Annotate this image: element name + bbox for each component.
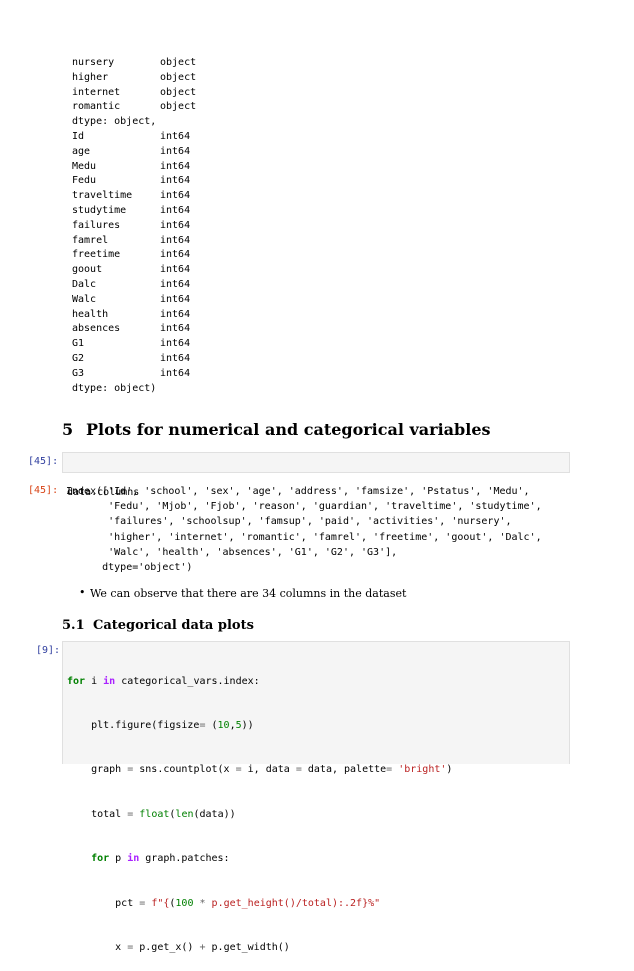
output-line: dtype='object') <box>66 561 193 573</box>
code-cell-45[interactable]: data.columns <box>62 452 570 498</box>
column-dtype: int64 <box>160 160 191 172</box>
dtype-row: age int64 <box>72 145 196 160</box>
column-name: Dalc <box>72 278 97 290</box>
dtype-row: Id int64 <box>72 130 196 145</box>
cell-output-45: Index(['Id', 'school', 'sex', 'age', 'ad… <box>66 485 542 576</box>
dtype-row: G3 int64 <box>72 367 196 382</box>
output-prompt-45: [45]: <box>28 485 59 496</box>
column-name: studytime <box>72 204 127 216</box>
bullet-item: • We can observe that there are 34 colum… <box>79 586 407 600</box>
code-line: plt.figure(figsize= (10,5)) <box>67 719 254 731</box>
column-dtype: int64 <box>160 352 191 364</box>
output-line: 'Fedu', 'Mjob', 'Fjob', 'reason', 'guard… <box>66 501 542 513</box>
column-dtype: int64 <box>160 219 191 231</box>
column-dtype: object <box>160 101 197 113</box>
code-line: pct = f"{(100 * p.get_height()/total):.2… <box>67 897 381 909</box>
dtype-row: goout int64 <box>72 263 196 278</box>
dtype-row: freetime int64 <box>72 248 196 263</box>
column-name: freetime <box>72 249 121 261</box>
column-name: Walc <box>72 293 97 305</box>
column-name: Fedu <box>72 175 97 187</box>
dtype-row: G2 int64 <box>72 352 196 367</box>
column-dtype: object <box>160 57 197 68</box>
column-dtype: int64 <box>160 175 191 187</box>
output-line: 'failures', 'schoolsup', 'famsup', 'paid… <box>66 516 512 528</box>
column-dtype: int64 <box>160 204 191 216</box>
code-line: graph = sns.countplot(x = i, data = data… <box>67 764 453 776</box>
output-line: 'Walc', 'health', 'absences', 'G1', 'G2'… <box>66 546 398 558</box>
dtype-output: nursery object higher object internet object r… <box>72 56 196 396</box>
column-name: G3 <box>72 367 85 379</box>
column-dtype: int64 <box>160 293 191 305</box>
dtype-footer: dtype: object) <box>72 382 157 394</box>
column-dtype: int64 <box>160 249 191 261</box>
column-name: romantic <box>72 101 121 113</box>
output-line: 'higher', 'internet', 'romantic', 'famre… <box>66 531 542 543</box>
dtype-row: traveltime int64 <box>72 189 196 204</box>
code-line: for i in categorical_vars.index: <box>67 675 260 687</box>
dtype-row: Dalc int64 <box>72 278 196 293</box>
column-name: age <box>72 145 91 157</box>
subsection-heading: 5.1 Categorical data plots <box>62 618 254 633</box>
subsection-title: Categorical data plots <box>93 618 254 633</box>
column-name: nursery <box>72 57 115 68</box>
dtype-row: G1 int64 <box>72 337 196 352</box>
column-dtype: object <box>160 86 197 98</box>
section-number: 5 <box>62 420 74 439</box>
code-cell-9[interactable]: for i in categorical_vars.index: plt.fig… <box>62 641 570 953</box>
column-name: goout <box>72 264 103 276</box>
code-line: total = float(len(data)) <box>67 808 236 820</box>
bullet-marker: • <box>79 586 86 599</box>
dtype-row: health int64 <box>72 308 196 323</box>
column-dtype: int64 <box>160 264 191 276</box>
code-line: for p in graph.patches: <box>91 853 230 865</box>
column-dtype: int64 <box>160 130 191 142</box>
dtype-row: higher object <box>72 71 196 86</box>
dtype-row: studytime int64 <box>72 204 196 219</box>
input-prompt-9: [9]: <box>36 645 61 656</box>
output-line: Index(['Id', 'school', 'sex', 'age', 'ad… <box>66 486 530 497</box>
dtype-footer: dtype: object, <box>72 116 157 128</box>
dtype-row: absences int64 <box>72 322 196 337</box>
column-dtype: int64 <box>160 234 191 246</box>
column-dtype: int64 <box>160 145 191 157</box>
bullet-text: We can observe that there are 34 columns… <box>90 587 407 600</box>
dtype-row: Fedu int64 <box>72 174 196 189</box>
dtype-row: Medu int64 <box>72 160 196 175</box>
section-heading: 5 Plots for numerical and categorical var… <box>62 420 491 439</box>
dtype-row: romantic object <box>72 100 196 115</box>
column-name: absences <box>72 323 121 335</box>
column-name: Id <box>72 130 85 142</box>
column-dtype: int64 <box>160 278 191 290</box>
dtype-row: nursery object <box>72 56 196 71</box>
section-title: Plots for numerical and categorical vari… <box>86 420 491 439</box>
column-dtype: int64 <box>160 323 191 335</box>
column-name: G2 <box>72 352 85 364</box>
column-dtype: int64 <box>160 308 191 320</box>
code-line: x = p.get_x() + p.get_width() <box>67 941 290 953</box>
dtype-row: famrel int64 <box>72 234 196 249</box>
input-prompt-45: [45]: <box>28 456 59 467</box>
column-dtype: int64 <box>160 190 191 202</box>
subsection-number: 5.1 <box>62 618 85 633</box>
column-name: G1 <box>72 338 85 350</box>
column-name: failures <box>72 219 121 231</box>
column-name: traveltime <box>72 190 133 202</box>
column-dtype: object <box>160 71 197 83</box>
column-dtype: int64 <box>160 338 191 350</box>
column-name: internet <box>72 86 121 98</box>
dtype-row: internet object <box>72 86 196 101</box>
column-name: health <box>72 308 109 320</box>
dtype-row: failures int64 <box>72 219 196 234</box>
column-name: Medu <box>72 160 97 172</box>
column-name: famrel <box>72 234 109 246</box>
column-name: higher <box>72 71 109 83</box>
column-dtype: int64 <box>160 367 191 379</box>
dtype-row: Walc int64 <box>72 293 196 308</box>
